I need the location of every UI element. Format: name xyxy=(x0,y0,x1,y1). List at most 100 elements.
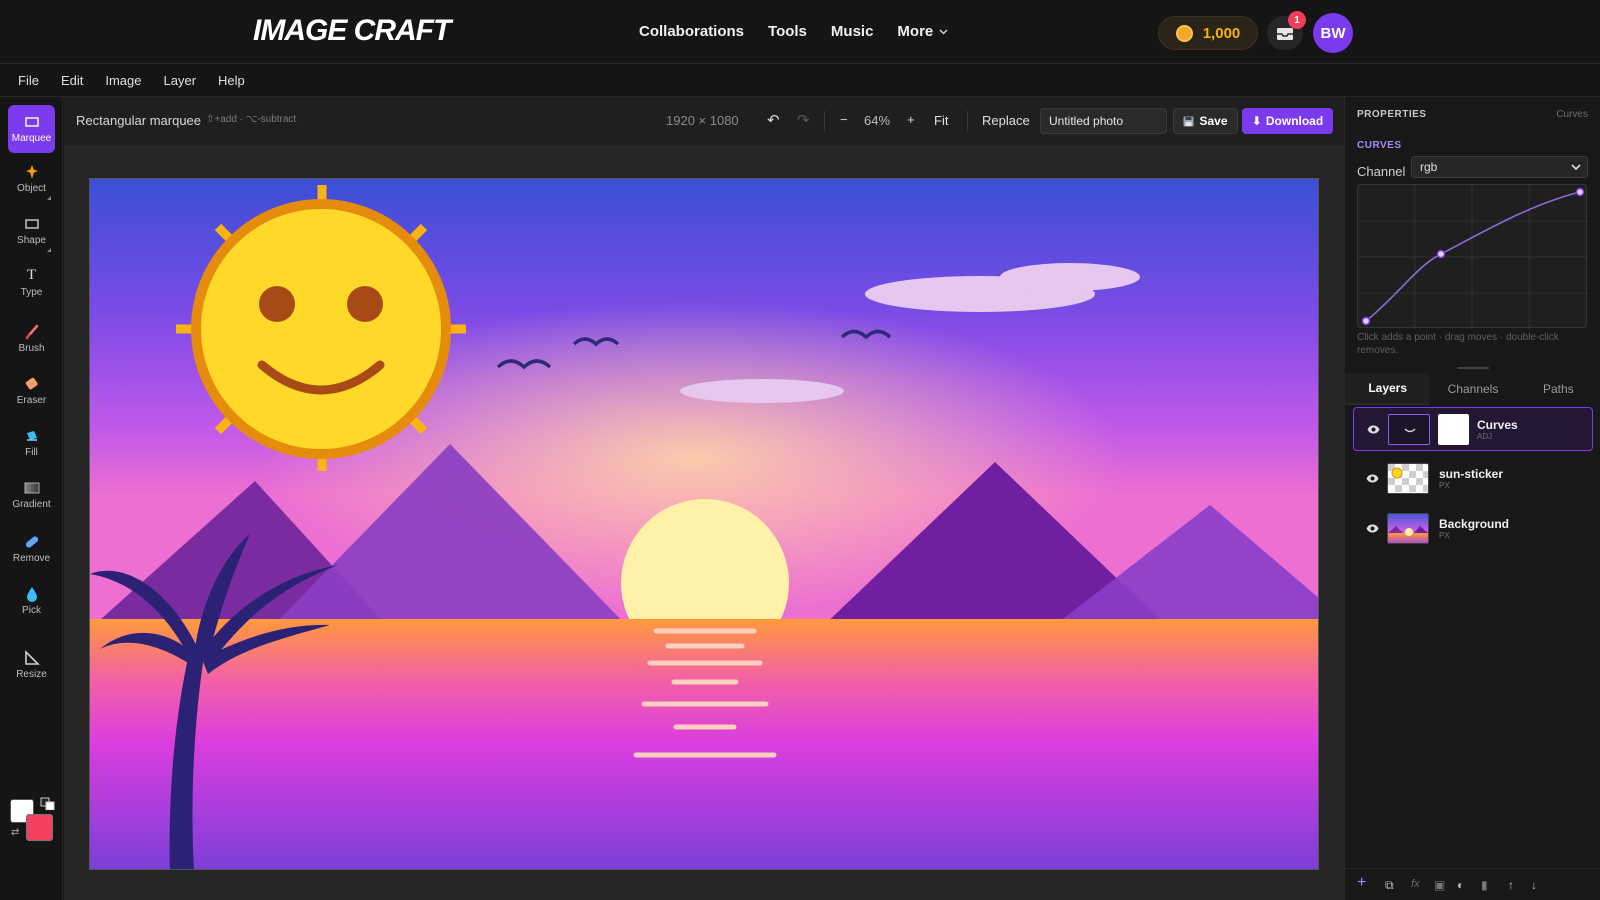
tool-brush[interactable]: Brush xyxy=(8,315,55,363)
notification-badge: 1 xyxy=(1288,11,1306,29)
channel-value: rgb xyxy=(1420,160,1438,174)
curves-help-text: Click adds a point · drag moves · double… xyxy=(1357,332,1559,356)
background-color-swatch[interactable] xyxy=(26,814,53,841)
submenu-indicator xyxy=(47,248,51,252)
save-button[interactable]: Save xyxy=(1173,108,1238,134)
eye-icon[interactable] xyxy=(1367,425,1380,434)
curves-graph[interactable] xyxy=(1357,184,1588,329)
layer-name: sun-sticker xyxy=(1439,467,1504,481)
marquee-icon xyxy=(24,115,40,129)
zoom-level: 64% xyxy=(864,113,891,128)
eye-icon[interactable] xyxy=(1366,524,1379,533)
nav-more[interactable]: More xyxy=(897,23,948,40)
swap-colors-icon[interactable]: ⇄ xyxy=(11,827,19,838)
canvas-artboard[interactable] xyxy=(89,178,1319,870)
menu-image[interactable]: Image xyxy=(105,73,141,88)
notifications-button[interactable]: 1 xyxy=(1267,11,1306,50)
layer-thumbnail xyxy=(1387,513,1429,544)
move-up-icon[interactable]: ↑ xyxy=(1508,878,1514,892)
nav-collaborations[interactable]: Collaborations xyxy=(639,23,744,40)
avatar[interactable]: BW xyxy=(1313,13,1353,53)
menu-layer[interactable]: Layer xyxy=(164,73,197,88)
channel-label: Channel xyxy=(1357,164,1406,179)
layer-row-background[interactable]: Background PX xyxy=(1353,507,1593,551)
selection-hint: ⇧+add · ⌥-subtract xyxy=(206,114,297,125)
nav-music[interactable]: Music xyxy=(831,23,874,40)
download-button[interactable]: ⬇ Download xyxy=(1242,108,1333,134)
tool-gradient[interactable]: Gradient xyxy=(8,471,55,519)
save-label: Save xyxy=(1199,114,1228,128)
layer-row-sun-sticker[interactable]: sun-sticker PX xyxy=(1353,457,1593,501)
zoom-in-button[interactable]: + xyxy=(907,112,915,127)
panel-resize-handle[interactable] xyxy=(1457,367,1489,369)
sunset-artwork xyxy=(90,179,1318,869)
move-down-icon[interactable]: ↓ xyxy=(1531,878,1537,892)
duplicate-icon[interactable]: ⧉ xyxy=(1385,878,1394,893)
redo-icon[interactable]: ↷ xyxy=(797,111,810,129)
nav-tools[interactable]: Tools xyxy=(768,23,807,40)
tab-channels[interactable]: Channels xyxy=(1430,373,1515,405)
curve-plot xyxy=(1358,185,1588,329)
undo-icon[interactable]: ↶ xyxy=(767,111,780,129)
replace-button[interactable]: Replace xyxy=(982,113,1030,128)
mask-thumbnail xyxy=(1438,414,1469,445)
download-label: Download xyxy=(1265,114,1324,128)
tool-label: Resize xyxy=(16,668,47,680)
menu-help[interactable]: Help xyxy=(218,73,245,88)
tool-pick[interactable]: Pick xyxy=(8,577,55,625)
trash-icon[interactable]: ▮ xyxy=(1481,878,1488,892)
eraser-icon xyxy=(24,377,40,391)
adjustment-thumbnail xyxy=(1388,414,1430,445)
curve-point[interactable] xyxy=(1361,316,1371,326)
panel-tabs: Layers Channels Paths xyxy=(1345,373,1600,405)
curve-point[interactable] xyxy=(1575,187,1585,197)
adjustment-icon[interactable]: ◐ xyxy=(1457,878,1464,892)
layer-type: ADJ xyxy=(1477,432,1493,441)
layer-row-curves[interactable]: Curves ADJ xyxy=(1353,407,1593,451)
fit-button[interactable]: Fit xyxy=(934,113,948,128)
active-tool-name: Rectangular marquee xyxy=(76,113,202,128)
fx-icon[interactable]: fx xyxy=(1411,878,1420,890)
divider xyxy=(824,111,825,131)
nav-more-label: More xyxy=(897,23,934,40)
curve-point[interactable] xyxy=(1436,249,1446,259)
tool-remove[interactable]: Remove xyxy=(8,525,55,573)
tool-label: Brush xyxy=(18,342,45,354)
menu-edit[interactable]: Edit xyxy=(61,73,83,88)
app-logo[interactable]: IMAGE CRAFT xyxy=(253,14,451,48)
add-layer-icon[interactable]: + xyxy=(1357,874,1366,892)
layer-thumbnail xyxy=(1387,463,1429,494)
canvas-workspace[interactable] xyxy=(64,145,1344,900)
download-icon: ⬇ xyxy=(1251,114,1262,128)
properties-title: PROPERTIES xyxy=(1357,109,1427,120)
tool-label: Shape xyxy=(17,234,46,246)
filename-input[interactable] xyxy=(1040,108,1167,134)
fill-icon xyxy=(24,429,40,443)
reset-colors-icon[interactable] xyxy=(40,797,55,810)
tool-shape[interactable]: Shape xyxy=(8,207,55,255)
type-icon: T xyxy=(26,267,37,283)
brush-icon xyxy=(24,324,40,339)
options-bar: Rectangular marquee ⇧+add · ⌥-subtract 1… xyxy=(64,97,1344,145)
layer-type: PX xyxy=(1439,481,1450,490)
tool-eraser[interactable]: Eraser xyxy=(8,367,55,415)
tab-paths[interactable]: Paths xyxy=(1516,373,1600,405)
menu-file[interactable]: File xyxy=(18,73,39,88)
bandage-icon xyxy=(24,535,40,549)
tab-layers[interactable]: Layers xyxy=(1345,373,1431,405)
coin-balance[interactable]: 1,000 xyxy=(1158,16,1258,50)
tool-label: Object xyxy=(17,182,46,194)
right-panel: PROPERTIES Curves CURVES Channel rgb Cli… xyxy=(1344,97,1600,900)
tool-type[interactable]: T Type xyxy=(8,259,55,307)
tool-label: Pick xyxy=(22,604,41,616)
mask-icon[interactable]: ▣ xyxy=(1434,878,1445,892)
zoom-out-button[interactable]: − xyxy=(840,112,848,127)
tool-resize[interactable]: Resize xyxy=(8,641,55,689)
layer-name: Curves xyxy=(1477,418,1518,432)
tool-object[interactable]: Object xyxy=(8,155,55,203)
tool-fill[interactable]: Fill xyxy=(8,419,55,467)
tool-label: Type xyxy=(20,286,43,298)
tool-marquee[interactable]: Marquee xyxy=(8,105,55,153)
channel-select[interactable]: rgb xyxy=(1411,156,1588,178)
eye-icon[interactable] xyxy=(1366,474,1379,483)
